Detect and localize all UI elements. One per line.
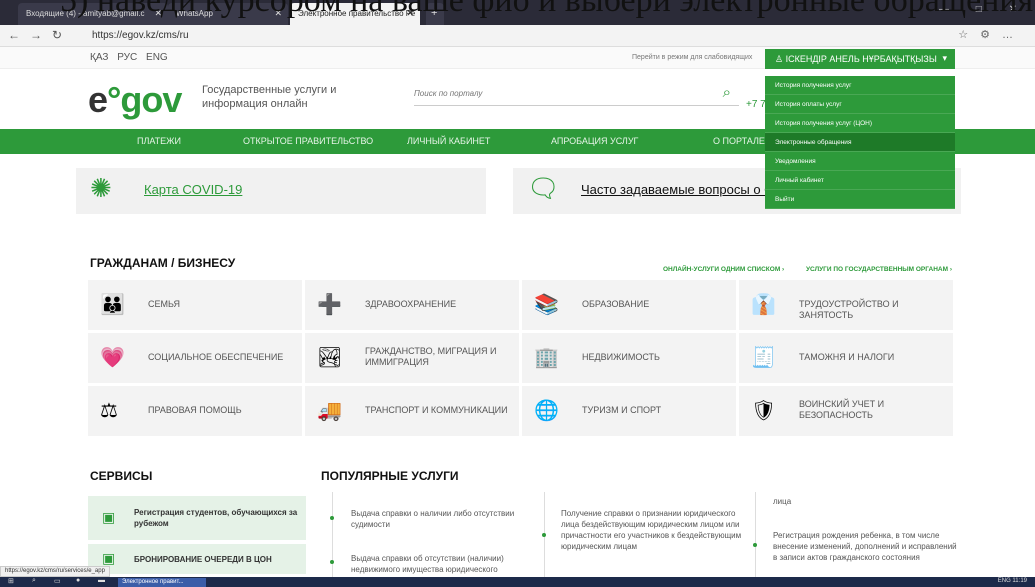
menu-item-logout[interactable]: Выйти	[765, 190, 955, 209]
agency-services-link[interactable]: УСЛУГИ ПО ГОСУДАРСТВЕННЫМ ОРГАНАМ ›	[806, 266, 952, 273]
covid-map-link[interactable]: Карта COVID-19	[144, 182, 242, 197]
nav-personal-cabinet[interactable]: ЛИЧНЫЙ КАБИНЕТ	[407, 136, 490, 146]
lang-ru[interactable]: РУС	[117, 52, 137, 63]
bullet-dot	[542, 533, 546, 537]
worker-icon: 👔	[751, 294, 776, 316]
nav-open-government[interactable]: ОТКРЫТОЕ ПРАВИТЕЛЬСТВО	[243, 136, 373, 146]
nav-payments[interactable]: ПЛАТЕЖИ	[137, 136, 181, 146]
customs-icon: 🧾	[751, 347, 776, 369]
category-family[interactable]: 👪 СЕМЬЯ	[88, 280, 302, 330]
lang-en[interactable]: ENG	[146, 52, 168, 63]
user-menu-button[interactable]: ♙ ІСКЕНДІР АНЕЛЬ НҰРБАҚЫТҚЫЗЫ ▾	[765, 49, 955, 69]
phone-number: +7 7	[746, 99, 766, 110]
category-real-estate[interactable]: 🏢 НЕДВИЖИМОСТЬ	[522, 333, 736, 383]
category-employment[interactable]: 👔 ТРУДОУСТРОЙСТВО И ЗАНЯТОСТЬ	[739, 280, 953, 330]
search-icon[interactable]: ⌕	[32, 577, 36, 585]
user-name: ІСКЕНДІР АНЕЛЬ НҰРБАҚЫТҚЫЗЫ	[785, 54, 937, 64]
family-icon: 👪	[100, 294, 125, 316]
document-icon: ▣	[102, 550, 116, 566]
site-tagline: Государственные услуги и информация онла…	[202, 84, 337, 110]
category-customs-taxes[interactable]: 🧾 ТАМОЖНЯ И НАЛОГИ	[739, 333, 953, 383]
menu-item-notifications[interactable]: Уведомления	[765, 152, 955, 171]
category-social[interactable]: 💗 СОЦИАЛЬНОЕ ОБЕСПЕЧЕНИЕ	[88, 333, 302, 383]
services-title: СЕРВИСЫ	[90, 469, 153, 483]
nav-arrows-icon[interactable]: ←→↻	[8, 28, 72, 42]
search-icon[interactable]: ⌕	[723, 84, 731, 101]
menu-item-payment-history[interactable]: История оплаты услуг	[765, 95, 955, 114]
building-icon: 🏢	[534, 347, 559, 369]
system-tray: ENG 11:19	[997, 578, 1027, 584]
migration-icon: 🏞	[317, 347, 343, 369]
category-healthcare[interactable]: ➕ ЗДРАВООХРАНЕНИЕ	[305, 280, 519, 330]
popular-title: ПОПУЛЯРНЫЕ УСЛУГИ	[321, 469, 459, 483]
nav-about[interactable]: О ПОРТАЛЕ	[713, 136, 765, 146]
search-box: ⌕	[414, 82, 739, 106]
truck-icon: 🚚	[317, 400, 342, 422]
popular-item[interactable]: Регистрация рождения ребенка, в том числ…	[773, 530, 958, 563]
divider	[332, 492, 333, 577]
low-vision-link[interactable]: Перейти в режим для слабовидящих	[632, 54, 752, 61]
books-icon: 📚	[534, 294, 559, 316]
nav-service-testing[interactable]: АПРОБАЦИЯ УСЛУГ	[551, 136, 638, 146]
popular-item[interactable]: Выдача справки о наличии либо отсутствии…	[351, 508, 536, 530]
lang-kz[interactable]: ҚАЗ	[90, 52, 108, 63]
folder-icon[interactable]: ▬	[98, 577, 105, 584]
taskbar-app-browser[interactable]: Электронное правит...	[118, 578, 206, 587]
faq-link[interactable]: Часто задаваемые вопросы о COV	[581, 182, 792, 197]
online-services-list-link[interactable]: ОНЛАЙН-УСЛУГИ ОДНИМ СПИСКОМ ›	[663, 266, 784, 273]
user-dropdown-menu: История получения услуг История оплаты у…	[765, 76, 955, 209]
bullet-dot	[753, 543, 757, 547]
search-input[interactable]	[414, 82, 694, 104]
popular-item-fragment[interactable]: лица	[773, 496, 958, 507]
menu-item-service-history[interactable]: История получения услуг	[765, 76, 955, 95]
task-view-icon[interactable]: ▭	[54, 577, 61, 585]
bullet-dot	[330, 560, 334, 564]
instruction-caption: 5) наведи курсором на ваше фио и выбери …	[60, 0, 1034, 19]
menu-item-personal-cabinet[interactable]: Личный кабинет	[765, 171, 955, 190]
url-field[interactable]: https://egov.kz/cms/ru	[92, 30, 189, 41]
toolbar-icons[interactable]: ☆⚙…	[958, 28, 1025, 41]
category-education[interactable]: 📚 ОБРАЗОВАНИЕ	[522, 280, 736, 330]
faq-chat-icon: 🗨	[527, 173, 561, 203]
address-bar: ←→↻ https://egov.kz/cms/ru ☆⚙…	[0, 25, 1035, 47]
citizens-title: ГРАЖДАНАМ / БИЗНЕСУ	[90, 256, 236, 270]
virus-icon: ✺	[90, 173, 112, 203]
heart-hand-icon: 💗	[100, 347, 125, 369]
tourism-icon: 🌐	[534, 400, 559, 422]
category-citizenship[interactable]: 🏞 ГРАЖДАНСТВО, МИГРАЦИЯ И ИММИГРАЦИЯ	[305, 333, 519, 383]
language-switcher: ҚАЗ РУС ENG	[90, 52, 174, 63]
windows-taskbar: ⊞ ⌕ ▭ ● ▬ Электронное правит... ENG 11:1…	[0, 577, 1035, 587]
covid-map-banner[interactable]: ✺ Карта COVID-19	[76, 168, 486, 214]
category-transport[interactable]: 🚚 ТРАНСПОРТ И КОММУНИКАЦИИ	[305, 386, 519, 436]
category-legal[interactable]: ⚖ ПРАВОВАЯ ПОМОЩЬ	[88, 386, 302, 436]
user-icon: ♙	[775, 54, 786, 64]
bullet-dot	[330, 516, 334, 520]
healthcare-icon: ➕	[317, 294, 342, 316]
egov-logo[interactable]: eegov°gov	[88, 79, 182, 121]
firefox-icon[interactable]: ●	[76, 577, 80, 584]
category-military[interactable]: 🛡 ВОИНСКИЙ УЧЕТ И БЕЗОПАСНОСТЬ	[739, 386, 953, 436]
document-icon: ▣	[102, 509, 116, 525]
menu-item-electronic-appeals[interactable]: Электронные обращения	[765, 133, 955, 152]
service-student-registration[interactable]: ▣ Регистрация студентов, обучающихся за …	[88, 496, 306, 540]
chevron-down-icon: ▾	[942, 53, 947, 63]
divider	[755, 492, 756, 577]
shield-icon: 🛡	[751, 400, 777, 422]
status-bar-url: https://egov.kz/cms/ru/services/e_app	[0, 566, 110, 577]
category-tourism[interactable]: 🌐 ТУРИЗМ И СПОРТ	[522, 386, 736, 436]
popular-item[interactable]: Выдача справки об отсутствии (наличии) н…	[351, 553, 536, 575]
popular-item[interactable]: Получение справки о признании юридическо…	[561, 508, 746, 552]
scales-icon: ⚖	[100, 400, 118, 422]
windows-start-icon[interactable]: ⊞	[8, 577, 14, 585]
service-queue-booking[interactable]: ▣ БРОНИРОВАНИЕ ОЧЕРЕДИ В ЦОН	[88, 544, 306, 574]
menu-item-con-history[interactable]: История получения услуг (ЦОН)	[765, 114, 955, 133]
